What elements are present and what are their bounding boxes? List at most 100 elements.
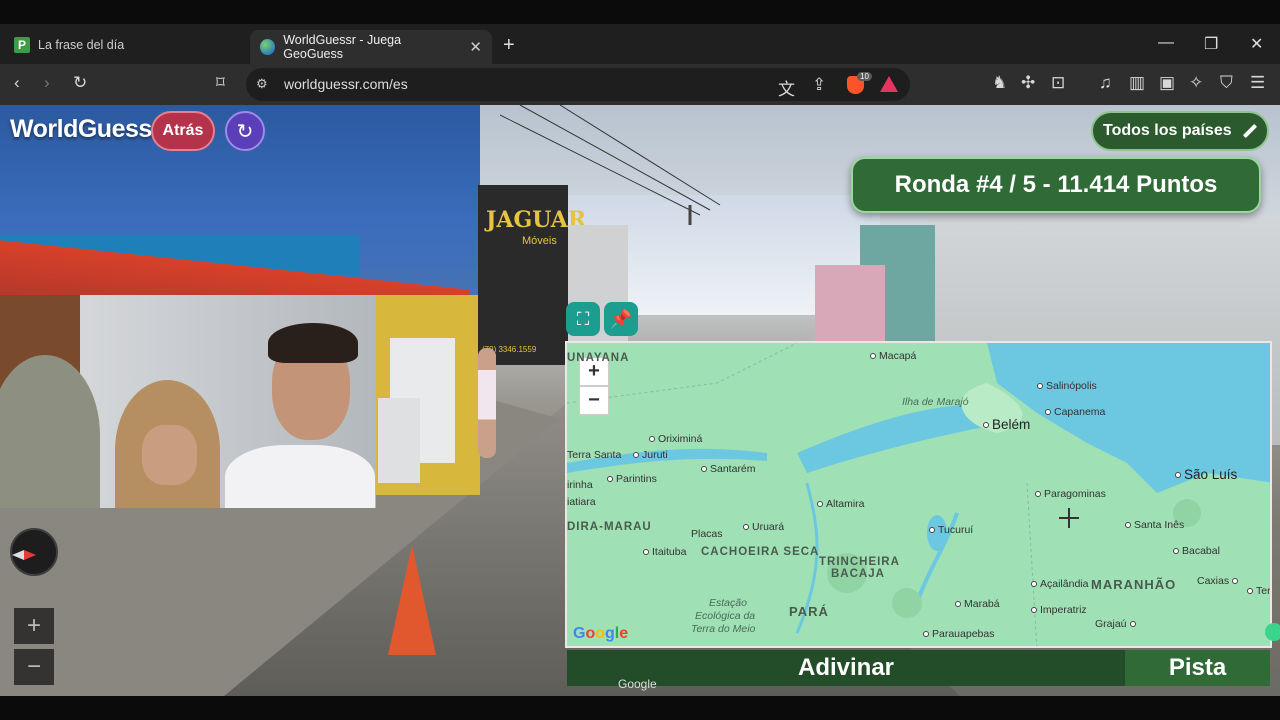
forward-arrow-icon[interactable]: › (44, 73, 50, 93)
webcam-person-2-face (142, 425, 197, 485)
brave-shields-icon[interactable]: 10 (847, 72, 872, 94)
back-button[interactable]: Atrás (151, 111, 215, 151)
hint-button[interactable]: Pista (1125, 650, 1270, 686)
map-label: Caxias (1197, 575, 1241, 587)
pin-map-icon[interactable]: 📌 (604, 302, 638, 336)
map-label: iatiara (567, 496, 596, 508)
extension-icon[interactable]: ♞ (992, 73, 1007, 93)
minimize-icon[interactable]: — (1158, 34, 1174, 52)
webcam-overlay (0, 295, 376, 508)
restore-icon[interactable]: ❐ (1204, 34, 1218, 54)
map-label: São Luís (1175, 467, 1237, 482)
tab-worldguessr[interactable]: WorldGuessr - Juega GeoGuess ✕ (250, 30, 492, 64)
wallet-icon[interactable]: ▣ (1159, 73, 1175, 93)
crosshair-cursor-icon (1059, 508, 1079, 528)
all-countries-label: Todos los países (1103, 122, 1232, 139)
refresh-icon: ↻ (236, 120, 254, 143)
tab-search-icon[interactable]: ⊡ (1051, 73, 1065, 93)
pencil-icon (1242, 123, 1257, 139)
brave-rewards-icon[interactable] (880, 76, 898, 92)
guess-map[interactable]: + − UNAYANA Macapá Salinópolis Ilha de M… (565, 341, 1272, 648)
address-bar[interactable]: ⚙ worldguessr.com/es 文 ⇪ 10 (246, 68, 910, 101)
browser-toolbar: ‹ › ↻ ⌑ ⚙ worldguessr.com/es 文 ⇪ 10 ♞ ✣ … (0, 64, 1280, 105)
map-label: Juruti (633, 449, 668, 461)
webcam-person-3 (225, 445, 375, 508)
compass-icon[interactable] (10, 528, 58, 576)
map-label: Terra Santa (567, 449, 622, 461)
map-label: Estação (709, 597, 747, 609)
compass-north (24, 550, 36, 560)
leo-ai-icon[interactable]: ✧ (1189, 73, 1203, 93)
map-label: MARANHÃO (1091, 577, 1177, 592)
power-lines (500, 105, 721, 225)
map-label: Parintins (607, 473, 657, 485)
map-label: Oriximiná (649, 433, 702, 445)
site-settings-icon[interactable]: ⚙ (256, 76, 268, 92)
map-label: Terra do Meio (691, 623, 756, 635)
map-label: UNAYANA (567, 352, 630, 364)
map-label: Santa Inês (1125, 519, 1184, 531)
compass-south (12, 550, 24, 560)
tab-title: La frase del día (38, 38, 125, 52)
map-label: Altamira (817, 498, 865, 510)
traffic-cone (388, 545, 436, 655)
vpn-shield-icon[interactable]: ⛉ (1220, 73, 1233, 93)
shields-count: 10 (857, 72, 872, 81)
streetview-zoom-out[interactable]: − (14, 649, 54, 685)
map-label: PARÁ (789, 604, 829, 619)
map-terrain (567, 343, 1270, 646)
tab-la-frase[interactable]: P La frase del día (4, 30, 244, 60)
media-icon[interactable]: ♫ (1099, 73, 1112, 93)
map-label: irinha (567, 479, 593, 491)
round-score-banner: Ronda #4 / 5 - 11.414 Puntos (851, 157, 1261, 213)
new-tab-button[interactable]: + (503, 34, 515, 57)
map-label: Macapá (870, 350, 916, 362)
map-label: Salinópolis (1037, 380, 1097, 392)
reload-icon[interactable]: ↻ (73, 73, 87, 93)
map-label: Ilha de Marajó (902, 396, 969, 408)
map-label: DIRA-MARAU (567, 521, 652, 533)
map-label: Bacabal (1173, 545, 1220, 557)
map-label: Santarém (701, 463, 756, 475)
tab-title: WorldGuessr - Juega GeoGuess (283, 33, 402, 61)
map-label: Itaituba (643, 546, 686, 558)
map-resize-handle[interactable] (1265, 623, 1280, 641)
map-label: CACHOEIRA SECA (701, 546, 820, 558)
browser-tab-strip: P La frase del día WorldGuessr - Juega G… (0, 24, 1280, 64)
map-label: Placas (691, 528, 723, 540)
streetview-google-watermark: Google (618, 677, 657, 691)
google-logo: Google (573, 625, 629, 642)
all-countries-button[interactable]: Todos los países (1091, 111, 1269, 151)
map-label: Uruará (743, 521, 784, 533)
map-label: Grajaú (1095, 618, 1139, 630)
close-tab-icon[interactable]: ✕ (469, 38, 482, 56)
reload-round-button[interactable]: ↻ (225, 111, 265, 151)
globe-icon (260, 39, 276, 55)
menu-icon[interactable]: ☰ (1250, 73, 1265, 93)
jaguar-sub: Móveis (522, 235, 557, 247)
map-label: Imperatriz (1031, 604, 1087, 616)
map-zoom-out[interactable]: − (579, 386, 609, 415)
map-label: Parauapebas (923, 628, 994, 640)
map-label: Capanema (1045, 406, 1105, 418)
expand-map-icon[interactable]: ⛶ (566, 302, 600, 336)
map-label: Marabá (955, 598, 1000, 610)
freezer (378, 398, 420, 483)
streetview-zoom-in[interactable]: + (14, 608, 54, 644)
webcam-person-3-hair (268, 323, 358, 363)
bookmark-icon[interactable]: ⌑ (216, 73, 225, 93)
map-label: Paragominas (1035, 488, 1106, 500)
translate-icon[interactable]: 文 (778, 75, 795, 100)
p-icon: P (14, 37, 30, 53)
map-label: TRINCHEIRA (819, 556, 900, 568)
map-label: Belém (983, 417, 1030, 432)
close-window-icon[interactable]: ✕ (1250, 34, 1263, 54)
worldguessr-logo: WorldGuessr (10, 115, 162, 143)
extensions-puzzle-icon[interactable]: ✣ (1021, 73, 1035, 93)
map-label: Tere (1247, 585, 1270, 597)
back-arrow-icon[interactable]: ‹ (14, 73, 20, 93)
map-label: Açailândia (1031, 578, 1088, 590)
pedestrian (478, 348, 496, 458)
sidebar-icon[interactable]: ▥ (1129, 73, 1145, 93)
share-icon[interactable]: ⇪ (812, 75, 826, 95)
